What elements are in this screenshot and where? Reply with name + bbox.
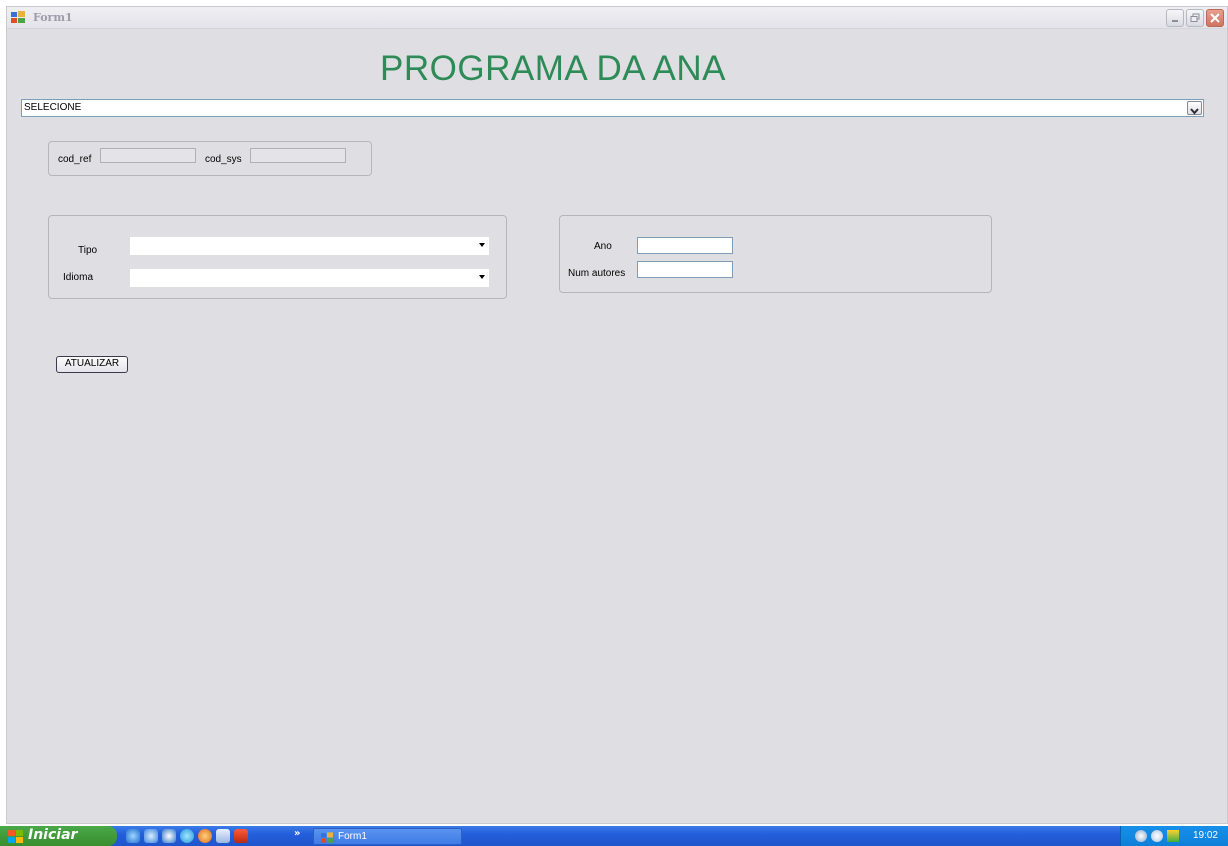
internet-explorer-icon[interactable] (126, 829, 140, 843)
minimize-icon (1172, 20, 1178, 22)
maximize-button[interactable] (1186, 9, 1204, 27)
cod-sys-label: cod_sys (205, 154, 242, 165)
selection-dropdown[interactable]: SELECIONE (21, 99, 1204, 117)
codes-group: cod_ref cod_sys (48, 141, 372, 176)
num-autores-input[interactable] (637, 261, 733, 278)
cod-ref-label: cod_ref (58, 154, 92, 165)
form-app-icon (11, 11, 25, 23)
close-button[interactable] (1206, 9, 1224, 27)
system-tray: 19:02 (1120, 826, 1228, 846)
selection-dropdown-arrow[interactable] (1187, 101, 1202, 115)
cod-sys-field (250, 148, 346, 163)
page-title: PROGRAMA DA ANA (7, 49, 1227, 89)
taskbar-item-label: Form1 (338, 831, 367, 842)
idioma-label: Idioma (63, 272, 94, 283)
tray-balloon-icon[interactable] (1151, 830, 1163, 842)
tray-network-icon[interactable] (1167, 830, 1179, 842)
year-authors-group: Ano Num autores (559, 215, 992, 293)
tipo-dropdown[interactable] (130, 237, 489, 255)
dropdown-arrow-icon (479, 243, 485, 247)
selection-dropdown-value: SELECIONE (24, 102, 82, 113)
cod-ref-field (100, 148, 196, 163)
app-shortcut-icon[interactable] (234, 829, 248, 843)
windows-logo-icon (8, 830, 23, 843)
dropdown-arrow-icon (479, 275, 485, 279)
details-group: Tipo Idioma (48, 215, 507, 299)
taskbar-item-form1[interactable]: Form1 (313, 828, 462, 845)
close-icon (1210, 13, 1220, 23)
window-title: Form1 (33, 11, 73, 24)
notepad-icon[interactable] (216, 829, 230, 843)
num-autores-label: Num autores (568, 268, 626, 279)
form-app-icon (321, 832, 333, 843)
more-quicklaunch-indicator[interactable]: » (294, 828, 300, 839)
page-title-text: PROGRAMA DA ANA (380, 49, 726, 88)
start-button[interactable]: Iniciar (0, 826, 117, 846)
tipo-label: Tipo (78, 245, 98, 256)
skype-icon[interactable] (180, 829, 194, 843)
ano-input[interactable] (637, 237, 733, 254)
chevron-down-icon (1190, 108, 1199, 115)
show-desktop-icon[interactable] (144, 829, 158, 843)
media-player-icon[interactable] (162, 829, 176, 843)
clock: 19:02 (1192, 830, 1218, 841)
tray-status-icon[interactable] (1135, 830, 1147, 842)
restore-icon (1190, 13, 1200, 22)
start-label: Iniciar (28, 827, 78, 843)
update-button[interactable]: ATUALIZAR (56, 356, 128, 373)
form1-window: Form1 PROGRAMA DA ANA SELECIONE cod_ref … (6, 6, 1228, 824)
minimize-button[interactable] (1166, 9, 1184, 27)
taskbar: Iniciar » Form1 19:02 (0, 826, 1228, 846)
title-bar[interactable]: Form1 (7, 7, 1227, 29)
firefox-icon[interactable] (198, 829, 212, 843)
idioma-dropdown[interactable] (130, 269, 489, 287)
ano-label: Ano (594, 241, 612, 252)
